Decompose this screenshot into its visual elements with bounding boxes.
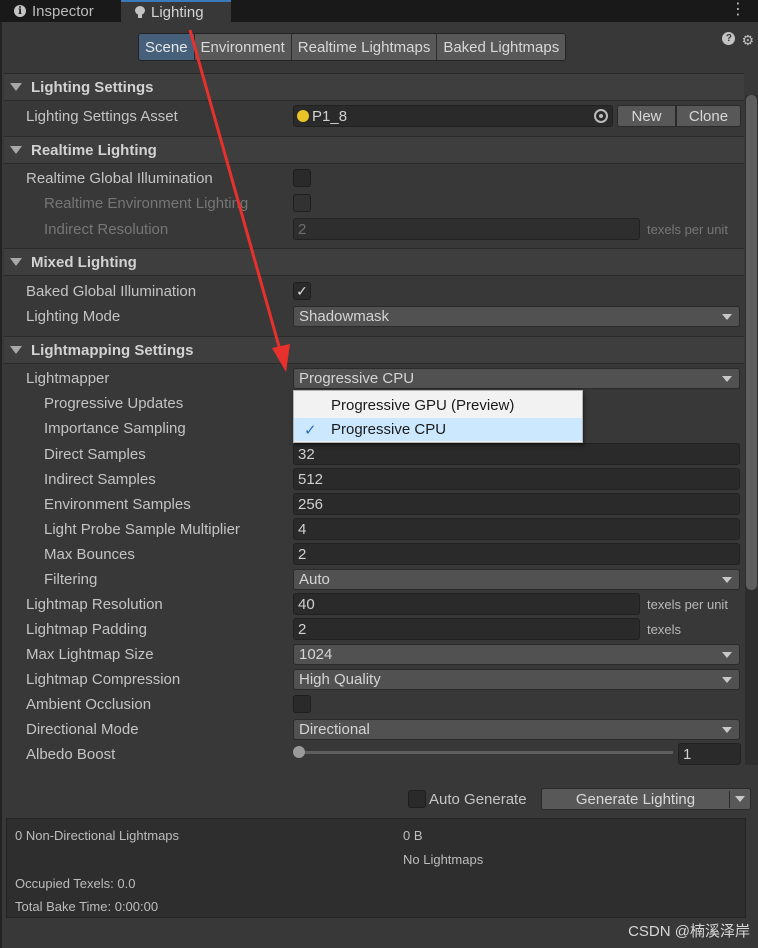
annotation-arrow	[188, 29, 290, 372]
annotation-arrow-head	[272, 344, 290, 372]
watermark-text: CSDN @楠溪泽岸	[628, 923, 750, 940]
annotation-arrow-line	[188, 29, 282, 351]
